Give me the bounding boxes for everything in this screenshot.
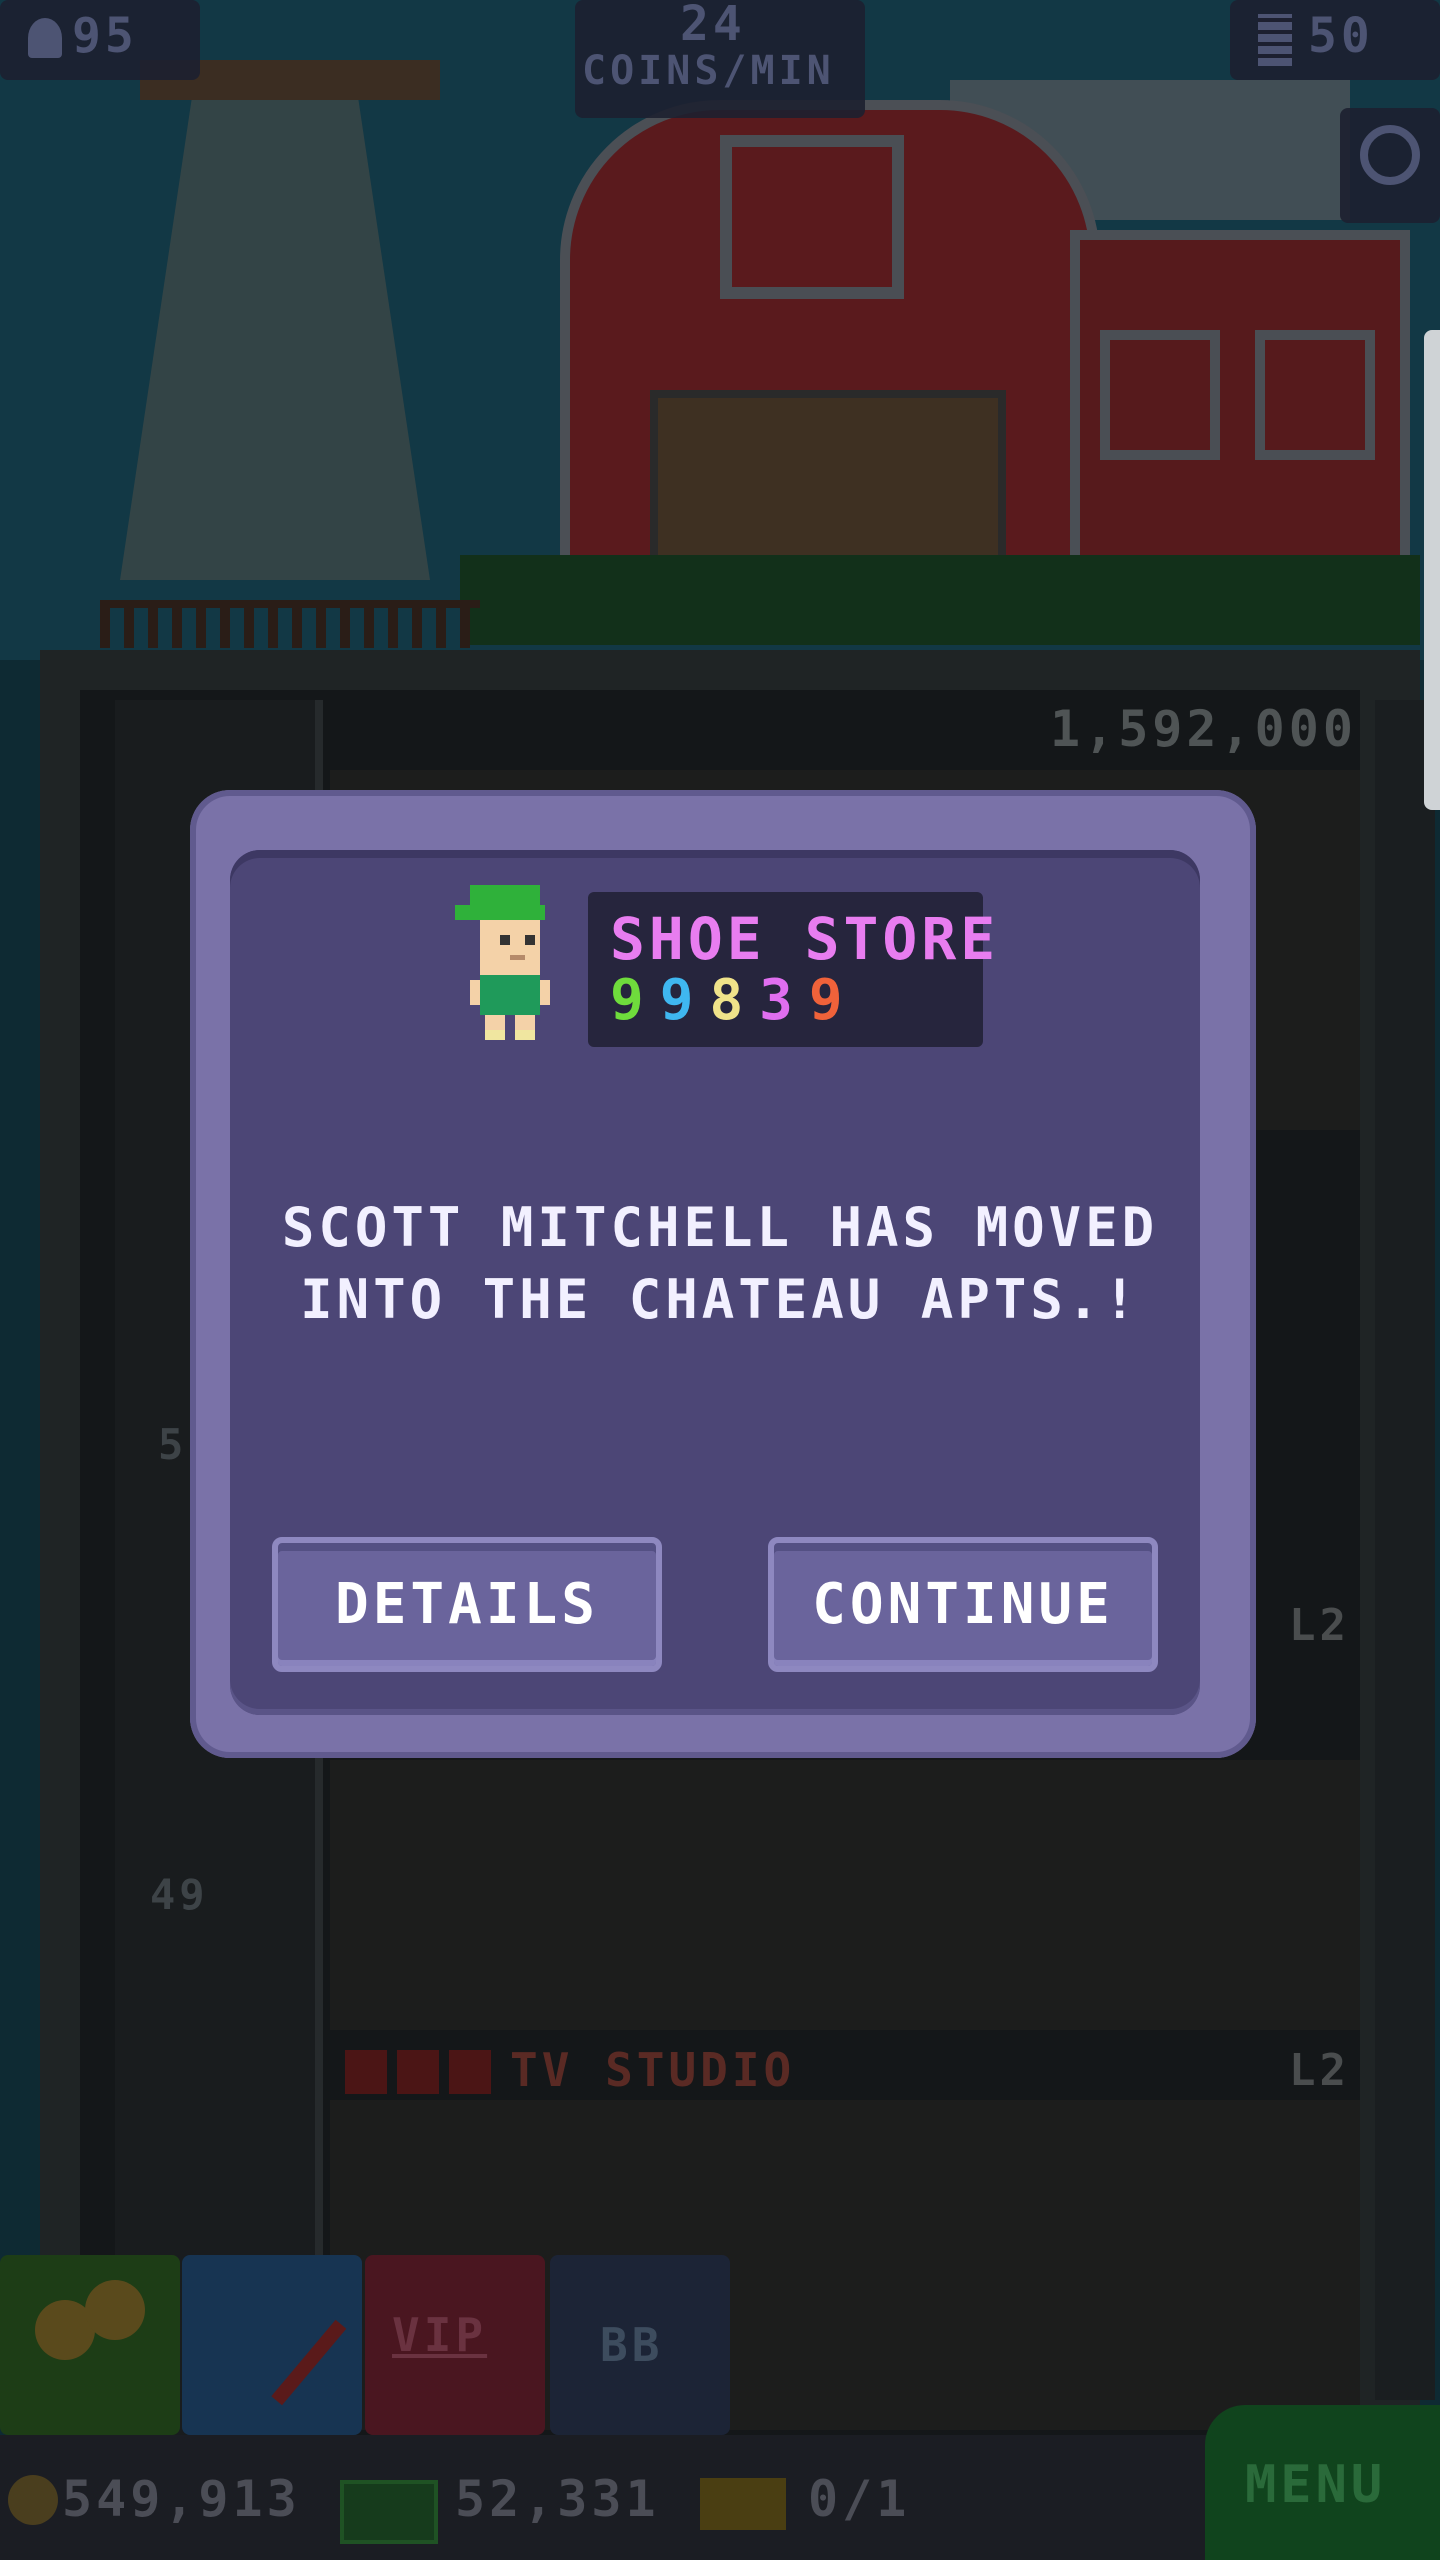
menu-label: MENU — [1245, 2455, 1387, 2515]
person-icon — [28, 18, 62, 58]
barn-window — [720, 135, 904, 299]
message-line: INTO THE CHATEAU APTS.! — [300, 1268, 1140, 1331]
building-icon — [1258, 14, 1292, 66]
store-digit: 9 — [808, 968, 847, 1033]
store-dream-digits: 99839 — [610, 968, 847, 1033]
magnifier-icon — [1360, 125, 1420, 185]
coins-rate-value: 24 — [680, 0, 746, 52]
store-digit: 9 — [659, 968, 698, 1033]
barn-annex-window — [1255, 330, 1375, 460]
coin-icon — [8, 2475, 58, 2525]
floor-number: 5 — [158, 1420, 188, 1469]
bux-value: 52,331 — [455, 2470, 660, 2528]
continue-button[interactable]: CONTINUE — [768, 1537, 1158, 1672]
tickets-value: 0/1 — [808, 2470, 911, 2528]
vip-label: VIP — [392, 2308, 488, 2362]
edge-panel-handle[interactable] — [1424, 330, 1440, 810]
message-line: SCOTT MITCHELL HAS MOVED — [281, 1196, 1159, 1259]
floor-level-label: L2 — [1289, 1600, 1350, 1651]
resident-avatar — [455, 885, 550, 1040]
coins-icon — [85, 2280, 145, 2340]
fence — [100, 600, 480, 648]
store-digit: 8 — [709, 968, 748, 1033]
floor-level-label: L2 — [1289, 2045, 1350, 2096]
bb-label: BB — [600, 2318, 664, 2372]
population-value: 95 — [72, 8, 138, 64]
bux-icon — [340, 2480, 438, 2544]
coins-value: 549,913 — [62, 2470, 301, 2528]
barn-annex-window — [1100, 330, 1220, 460]
coins-rate-unit: COINS/MIN — [582, 48, 835, 94]
floor-number: 49 — [150, 1870, 209, 1919]
details-button[interactable]: DETAILS — [272, 1537, 662, 1672]
floors-value: 50 — [1308, 8, 1374, 64]
store-digit: 3 — [759, 968, 797, 1033]
grass — [460, 555, 1420, 645]
store-digit: 9 — [610, 968, 648, 1033]
store-name: SHOE STORE — [610, 905, 1000, 973]
floor-room[interactable] — [330, 1760, 1360, 2030]
unfilled-slots-icon — [345, 2050, 495, 2094]
tv-studio-label[interactable]: TV STUDIO — [510, 2043, 795, 2097]
ticket-icon — [700, 2478, 786, 2530]
move-in-message: SCOTT MITCHELL HAS MOVED INTO THE CHATEA… — [260, 1192, 1180, 1336]
next-floor-price[interactable]: 1,592,000 — [1050, 700, 1357, 758]
scroll-rail — [1375, 700, 1435, 2400]
